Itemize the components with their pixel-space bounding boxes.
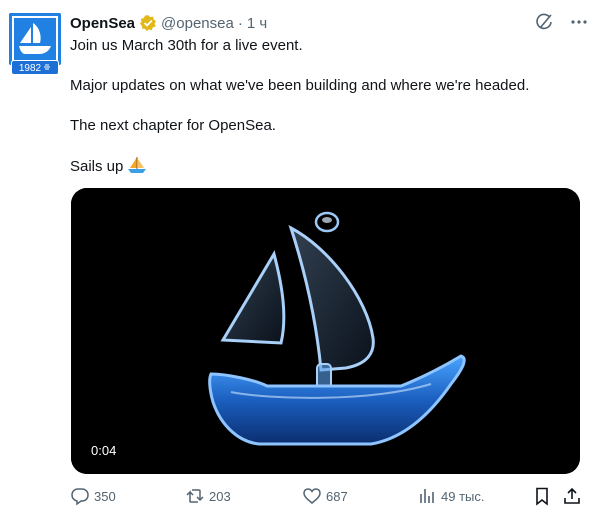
more-icon[interactable] (569, 12, 589, 32)
grok-icon[interactable] (535, 12, 555, 32)
verified-gold-badge-icon[interactable] (139, 14, 157, 32)
heart-icon (302, 486, 322, 506)
like-count: 687 (326, 488, 348, 504)
reply-icon (70, 486, 90, 506)
tweet-paragraph: Sails up (70, 158, 124, 175)
bookmark-button[interactable] (532, 484, 552, 508)
reply-button[interactable]: 350 (70, 484, 116, 508)
year-badge: 1982 (11, 60, 59, 75)
repost-icon (185, 486, 205, 506)
timestamp[interactable]: 1 ч (247, 15, 267, 32)
separator-dot: · (237, 14, 243, 32)
avatar-container[interactable]: 1982 (9, 13, 61, 77)
tweet-header: OpenSea @opensea · 1 ч (70, 12, 267, 34)
year-badge-label: 1982 (18, 63, 42, 75)
share-icon (562, 486, 582, 506)
tweet: 1982 OpenSea @opensea · 1 ч Join us Marc… (0, 0, 607, 523)
tweet-paragraph: The next chapter for OpenSea. (70, 117, 276, 134)
top-actions (535, 12, 589, 32)
views-button[interactable]: 49 тыс. (417, 484, 484, 508)
tweet-paragraph-last: Sails up (70, 156, 585, 180)
avatar[interactable] (9, 13, 61, 65)
share-button[interactable] (562, 484, 582, 508)
tweet-paragraph: Join us March 30th for a live event. (70, 37, 303, 54)
ship-mini-icon (43, 61, 51, 76)
reply-count: 350 (94, 488, 116, 504)
tweet-text: Join us March 30th for a live event. Maj… (70, 36, 585, 200)
bookmark-icon (532, 486, 552, 506)
opensea-glass-ship-image (71, 188, 580, 474)
opensea-logo-icon (9, 13, 61, 65)
repost-button[interactable]: 203 (185, 484, 231, 508)
display-name[interactable]: OpenSea (70, 15, 135, 32)
tweet-paragraph: Major updates on what we've been buildin… (70, 77, 530, 94)
views-count: 49 тыс. (441, 488, 485, 504)
video-player[interactable]: 0:04 (71, 188, 580, 474)
handle[interactable]: @opensea (161, 15, 234, 32)
video-timestamp: 0:04 (91, 443, 117, 458)
views-chart-icon (417, 486, 437, 506)
action-bar: 350 203 687 49 тыс. (70, 484, 585, 508)
sailboat-emoji-icon (127, 156, 147, 180)
repost-count: 203 (209, 488, 231, 504)
like-button[interactable]: 687 (302, 484, 348, 508)
